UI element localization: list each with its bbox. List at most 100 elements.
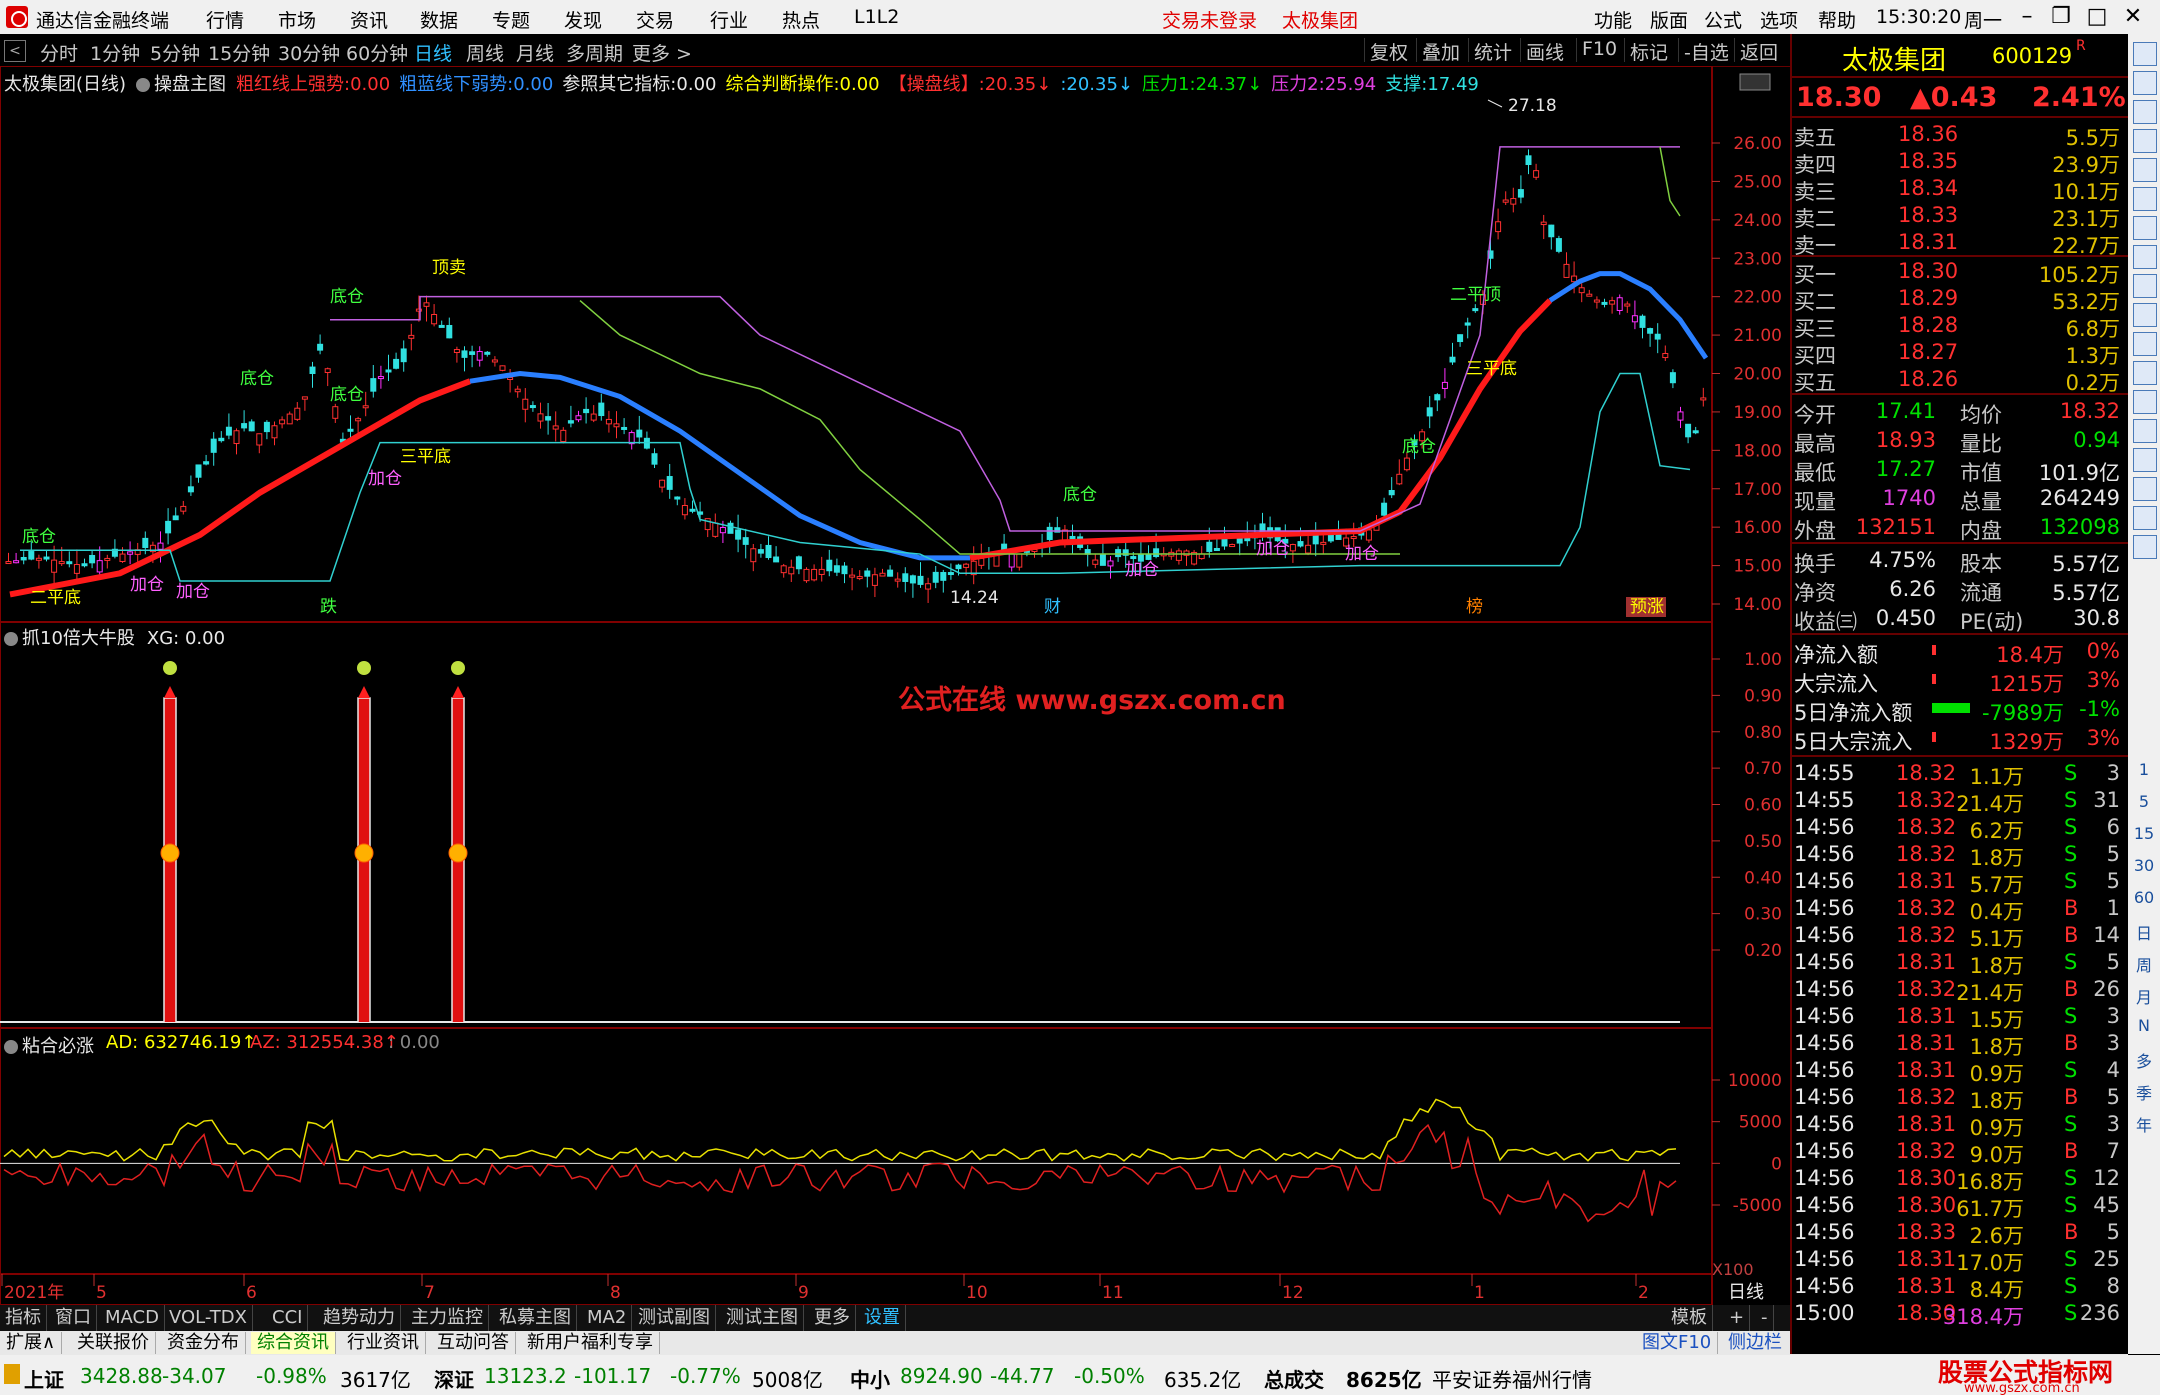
chart-icon[interactable]	[2133, 158, 2157, 182]
extend-tab-6[interactable]: 新用户福利专享	[521, 1332, 660, 1354]
doc-icon[interactable]	[2133, 332, 2157, 356]
menu-item-8[interactable]: 热点	[782, 6, 820, 33]
indicator-tab-8[interactable]: MA2	[582, 1305, 633, 1331]
indicator-tab-4[interactable]: CCI	[267, 1305, 309, 1331]
event-marker-2[interactable]: 榜	[1466, 597, 1483, 617]
menu-item-6[interactable]: 交易	[636, 6, 674, 33]
toolbar-button-4[interactable]: F10	[1576, 38, 1622, 62]
menu-item-0[interactable]: 行情	[206, 6, 244, 33]
indicator-tab-7[interactable]: 私募主图	[494, 1305, 577, 1331]
template-button-1[interactable]: +	[1724, 1305, 1751, 1331]
sidebar-period-11[interactable]: 年	[2132, 1112, 2156, 1136]
bar-icon[interactable]	[2133, 187, 2157, 211]
f10-icon[interactable]	[2133, 245, 2157, 269]
menu-item-4[interactable]: 专题	[492, 6, 530, 33]
toolbar-button-0[interactable]: 复权	[1364, 38, 1413, 64]
menu-item-9[interactable]: L1L2	[854, 6, 899, 28]
indicator-tab-5[interactable]: 趋势动力	[318, 1305, 401, 1331]
compare-icon[interactable]	[2133, 361, 2157, 385]
indicator-tab-0[interactable]: 指标	[0, 1305, 47, 1331]
sidebar-period-2[interactable]: 15	[2132, 824, 2156, 843]
sidebar-period-7[interactable]: 月	[2132, 984, 2156, 1008]
indicator-tab-9[interactable]: 测试副图	[633, 1305, 716, 1331]
info-icon[interactable]	[2133, 274, 2157, 298]
sidebar-period-8[interactable]: N	[2132, 1016, 2156, 1035]
menu-item-2[interactable]: 资讯	[350, 6, 388, 33]
sidebar-period-4[interactable]: 60	[2132, 888, 2156, 907]
toolbar-button-3[interactable]: 画线	[1520, 38, 1569, 64]
extend-tab-2[interactable]: 资金分布	[161, 1332, 246, 1354]
toolbar-button-6[interactable]: -自选	[1678, 38, 1734, 64]
sidebar-period-5[interactable]: 日	[2132, 920, 2156, 944]
scroll-icon[interactable]	[1739, 73, 1771, 91]
toolbar-button-2[interactable]: 统计	[1468, 38, 1517, 64]
pen-icon[interactable]	[2133, 506, 2157, 530]
sub2-title[interactable]: 粘合必涨	[4, 1032, 94, 1058]
up-icon[interactable]	[2133, 71, 2157, 95]
extend-tab-3[interactable]: 综合资讯	[251, 1332, 336, 1354]
lock-icon[interactable]	[2133, 42, 2157, 66]
clock-icon[interactable]	[2133, 390, 2157, 414]
indicator-tab-11[interactable]: 更多	[809, 1305, 856, 1331]
period-tab-1[interactable]: 1分钟	[90, 39, 140, 66]
period-tab-9[interactable]: 多周期	[566, 39, 623, 66]
period-tab-7[interactable]: 周线	[466, 39, 504, 66]
menu-right-3[interactable]: 选项	[1760, 6, 1798, 33]
fs-icon[interactable]	[2133, 535, 2157, 559]
extend-tab-0[interactable]: 扩展∧	[0, 1332, 63, 1354]
period-tab-4[interactable]: 30分钟	[278, 39, 340, 66]
menu-item-7[interactable]: 行业	[710, 6, 748, 33]
event-marker-3[interactable]: 预涨	[1630, 597, 1664, 617]
toolbar-button-1[interactable]: 叠加	[1416, 38, 1465, 64]
sub1-title[interactable]: 抓10倍大牛股 XG: 0.00	[4, 624, 225, 650]
minimize-icon[interactable]: –	[2010, 3, 2044, 31]
rsi-icon[interactable]	[2133, 448, 2157, 472]
window-box-icon[interactable]: □	[2080, 3, 2114, 31]
news-icon[interactable]	[2133, 419, 2157, 443]
indicator-tab-1[interactable]: 窗口	[50, 1305, 97, 1331]
sidebar-period-6[interactable]: 周	[2132, 952, 2156, 976]
menu-item-3[interactable]: 数据	[420, 6, 458, 33]
indicator-tab-10[interactable]: 测试主图	[721, 1305, 804, 1331]
side-tab-0[interactable]: 图文F10	[1636, 1332, 1719, 1354]
indicator-tab-6[interactable]: 主力监控	[406, 1305, 489, 1331]
menu-right-4[interactable]: 帮助	[1818, 6, 1856, 33]
menu-item-1[interactable]: 市场	[278, 6, 316, 33]
toolbar-button-7[interactable]: 返回	[1734, 38, 1783, 64]
event-marker-0[interactable]: 跌	[320, 597, 337, 617]
period-tab-0[interactable]: 分时	[40, 39, 78, 66]
template-button-2[interactable]: -	[1756, 1305, 1774, 1331]
menu-right-2[interactable]: 公式	[1704, 6, 1742, 33]
period-tab-8[interactable]: 月线	[516, 39, 554, 66]
indicator-tab-12[interactable]: 设置	[859, 1305, 906, 1331]
sidebar-period-10[interactable]: 季	[2132, 1080, 2156, 1104]
period-tab-6[interactable]: 日线	[414, 39, 452, 66]
sidebar-period-1[interactable]: 5	[2132, 792, 2156, 811]
indicator-tab-2[interactable]: MACD	[100, 1305, 165, 1331]
sidebar-period-9[interactable]: 多	[2132, 1048, 2156, 1072]
status-icon[interactable]	[4, 1364, 20, 1384]
stack-icon[interactable]	[2133, 303, 2157, 327]
login-status[interactable]: 交易未登录	[1162, 6, 1257, 33]
grid-icon[interactable]	[2133, 100, 2157, 124]
list-icon[interactable]	[2133, 216, 2157, 240]
sidebar-period-3[interactable]: 30	[2132, 856, 2156, 875]
collapse-icon[interactable]: <	[4, 40, 26, 62]
indicator-tab-3[interactable]: VOL-TDX	[164, 1305, 253, 1331]
menu-right-0[interactable]: 功能	[1594, 6, 1632, 33]
period-tab-3[interactable]: 15分钟	[208, 39, 270, 66]
table-icon[interactable]	[2133, 129, 2157, 153]
extend-tab-1[interactable]: 关联报价	[71, 1332, 156, 1354]
event-marker-1[interactable]: 财	[1044, 597, 1061, 617]
menu-item-5[interactable]: 发现	[564, 6, 602, 33]
extend-tab-5[interactable]: 互动问答	[431, 1332, 516, 1354]
period-tab-2[interactable]: 5分钟	[150, 39, 200, 66]
period-tab-10[interactable]: 更多 >	[632, 39, 692, 66]
menu-right-1[interactable]: 版面	[1650, 6, 1688, 33]
template-button-0[interactable]: 模板	[1666, 1305, 1713, 1331]
sidebar-period-0[interactable]: 1	[2132, 760, 2156, 779]
restore-icon[interactable]: ❐	[2044, 3, 2078, 31]
move-icon[interactable]	[2133, 477, 2157, 501]
toolbar-button-5[interactable]: 标记	[1624, 38, 1673, 64]
period-tab-5[interactable]: 60分钟	[346, 39, 408, 66]
